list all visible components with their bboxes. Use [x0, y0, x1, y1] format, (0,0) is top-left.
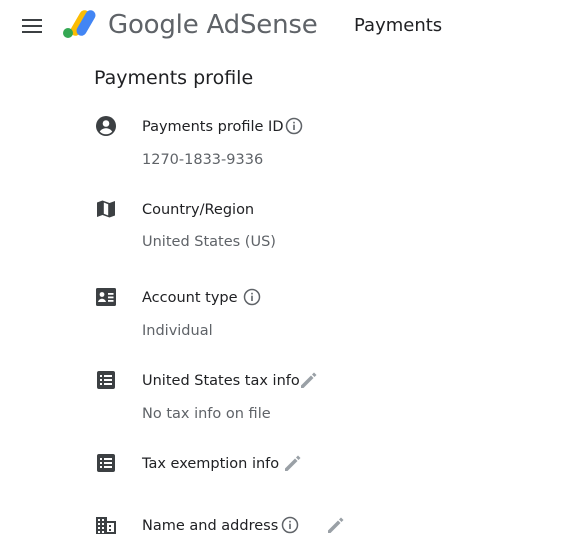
- page-title: Payments: [354, 15, 443, 36]
- adsense-logo-icon[interactable]: [62, 8, 98, 40]
- row-value: No tax info on file: [142, 406, 271, 422]
- contact-card-icon: [94, 285, 118, 309]
- account-circle-icon: [94, 114, 118, 138]
- info-icon[interactable]: [279, 514, 301, 536]
- top-app-bar: Google AdSense Payments: [0, 0, 575, 52]
- edit-pencil-icon[interactable]: [282, 452, 304, 474]
- info-icon[interactable]: [241, 286, 263, 308]
- building-icon: [94, 513, 118, 537]
- row-value: United States (US): [142, 234, 276, 250]
- row-label: Account type: [142, 290, 238, 306]
- row-label: Name and address: [142, 518, 279, 534]
- info-icon[interactable]: [283, 115, 305, 137]
- row-value: 1270-1833-9336: [142, 152, 264, 168]
- hamburger-menu-icon[interactable]: [18, 13, 46, 39]
- list-icon: [94, 451, 118, 475]
- row-label: Tax exemption info: [142, 456, 280, 472]
- edit-pencil-icon[interactable]: [298, 369, 320, 391]
- map-icon: [94, 197, 118, 221]
- list-icon: [94, 368, 118, 392]
- edit-pencil-icon[interactable]: [325, 514, 347, 536]
- section-title: Payments profile: [94, 67, 254, 89]
- row-label: Payments profile ID: [142, 119, 284, 135]
- brand-name[interactable]: Google AdSense: [108, 10, 318, 40]
- row-label: Country/Region: [142, 202, 255, 218]
- row-label: United States tax info: [142, 373, 300, 389]
- row-value: Individual: [142, 323, 213, 339]
